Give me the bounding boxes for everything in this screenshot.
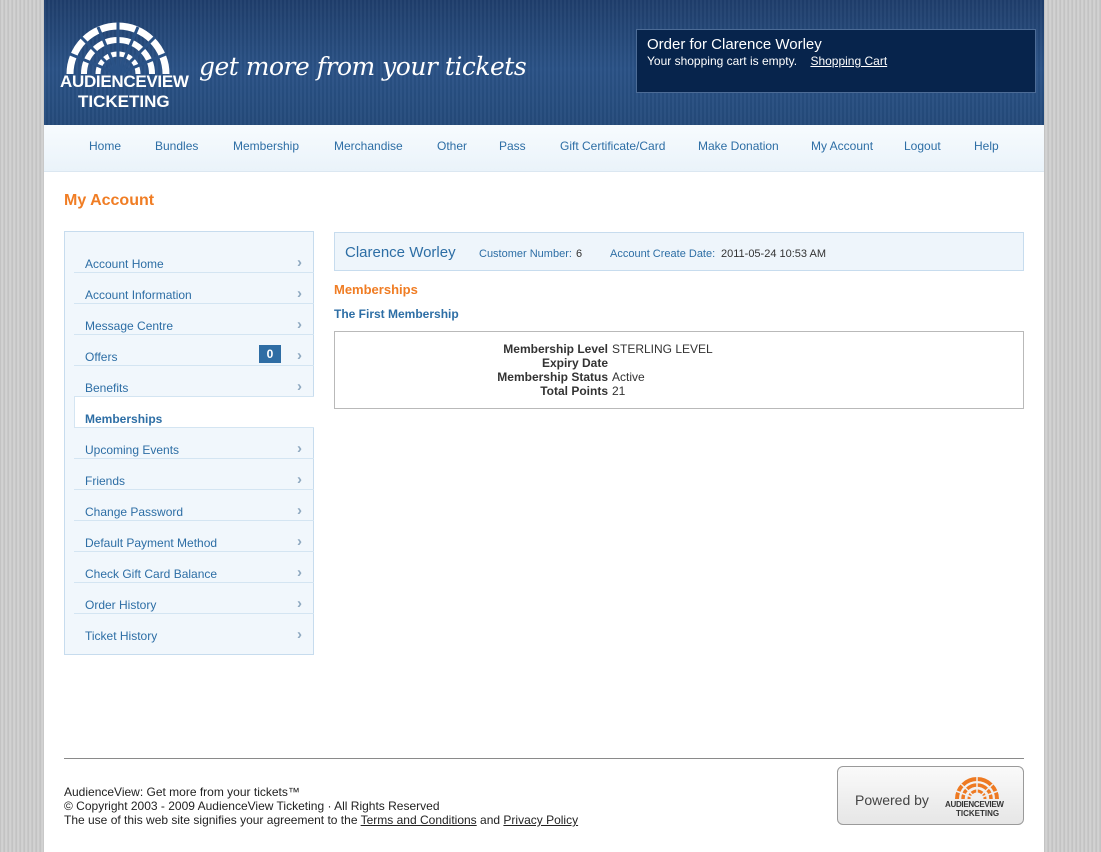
detail-label: Expiry Date	[541, 356, 608, 370]
footer-copyright: © Copyright 2003 - 2009 AudienceView Tic…	[64, 799, 440, 813]
membership-name: The First Membership	[334, 307, 459, 321]
powered-logo-text-line1: AUDIENCEVIEW	[945, 800, 1004, 809]
nav-logout[interactable]: Logout	[904, 139, 941, 153]
sidebar-item-label: Ticket History	[85, 629, 158, 643]
detail-row-total-points: Total Points 21	[335, 384, 1025, 398]
detail-label: Membership Status	[497, 370, 608, 384]
nav-make-donation[interactable]: Make Donation	[698, 139, 779, 153]
chevron-right-icon: ›	[297, 595, 302, 612]
powered-by-badge[interactable]: Powered by AUDIENCEVIEW TICKETING	[837, 766, 1024, 825]
sidebar-item-upcoming-events[interactable]: Upcoming Events ›	[74, 428, 314, 459]
sidebar-item-label: Upcoming Events	[85, 443, 180, 457]
powered-by-text: Powered by	[855, 792, 929, 808]
sidebar-item-label: Offers	[85, 350, 118, 364]
sidebar-item-label: Order History	[85, 598, 157, 612]
footer-text: AudienceView: Get more from your tickets…	[64, 785, 578, 827]
sidebar-item-memberships[interactable]: Memberships	[74, 397, 314, 428]
sidebar-item-label: Benefits	[85, 381, 129, 395]
sidebar-item-label: Account Home	[85, 257, 164, 271]
page-container: AUDIENCEVIEW TICKETING get more from you…	[44, 0, 1044, 852]
logo-text-line2: TICKETING	[78, 92, 170, 111]
customer-number-label: Customer Number:	[479, 248, 572, 260]
detail-row-membership-level: Membership Level STERLING LEVEL	[335, 342, 1025, 356]
chevron-right-icon: ›	[297, 440, 302, 457]
sidebar-item-ticket-history[interactable]: Ticket History ›	[74, 614, 314, 645]
chevron-right-icon: ›	[297, 347, 302, 364]
chevron-right-icon: ›	[297, 626, 302, 643]
nav-help[interactable]: Help	[974, 139, 999, 153]
detail-row-membership-status: Membership Status Active	[335, 370, 1025, 384]
cart-status-line: Your shopping cart is empty. Shopping Ca…	[647, 54, 1025, 68]
detail-value: 21	[612, 384, 626, 398]
powered-logo-text-line2: TICKETING	[956, 809, 1000, 818]
sidebar-item-label: Check Gift Card Balance	[85, 567, 218, 581]
footer-agreement-text: The use of this web site signifies your …	[64, 813, 358, 827]
nav-merchandise[interactable]: Merchandise	[334, 139, 403, 153]
sidebar-item-label: Account Information	[85, 288, 192, 302]
sidebar-item-message-centre[interactable]: Message Centre ›	[74, 304, 314, 335]
nav-pass[interactable]: Pass	[499, 139, 526, 153]
offers-count-badge: 0	[259, 345, 281, 363]
sidebar-item-label: Friends	[85, 474, 126, 488]
chevron-right-icon: ›	[297, 316, 302, 333]
terms-and-conditions-link[interactable]: Terms and Conditions	[361, 813, 477, 827]
sidebar-item-default-payment-method[interactable]: Default Payment Method ›	[74, 521, 314, 552]
shopping-cart-link[interactable]: Shopping Cart	[810, 54, 887, 68]
sidebar-item-check-gift-card-balance[interactable]: Check Gift Card Balance ›	[74, 552, 314, 583]
nav-membership[interactable]: Membership	[233, 139, 299, 153]
cart-summary-box: Order for Clarence Worley Your shopping …	[636, 29, 1036, 93]
nav-bundles[interactable]: Bundles	[155, 139, 198, 153]
page-title: My Account	[64, 192, 155, 209]
customer-number-value: 6	[576, 248, 583, 260]
footer-line1: AudienceView: Get more from your tickets…	[64, 785, 300, 799]
detail-value: Active	[612, 370, 645, 384]
sidebar-item-change-password[interactable]: Change Password ›	[74, 490, 314, 521]
sidebar-item-offers[interactable]: Offers 0 ›	[74, 335, 314, 366]
memberships-section-title: Memberships	[334, 282, 418, 297]
cart-status-text: Your shopping cart is empty.	[647, 54, 798, 68]
account-sidebar: Account Home › Account Information › Mes…	[64, 231, 314, 655]
sidebar-item-label: Memberships	[85, 412, 163, 426]
sidebar-item-account-information[interactable]: Account Information ›	[74, 273, 314, 304]
nav-home[interactable]: Home	[89, 139, 121, 153]
sidebar-item-friends[interactable]: Friends ›	[74, 459, 314, 490]
chevron-right-icon: ›	[297, 533, 302, 550]
chevron-right-icon: ›	[297, 502, 302, 519]
detail-label: Membership Level	[503, 342, 608, 356]
site-header: AUDIENCEVIEW TICKETING get more from you…	[44, 0, 1044, 125]
chevron-right-icon: ›	[297, 254, 302, 271]
sidebar-item-account-home[interactable]: Account Home ›	[74, 242, 314, 273]
detail-label: Total Points	[540, 384, 608, 398]
footer-divider	[64, 758, 1024, 759]
logo-text-line1: AUDIENCEVIEW	[60, 72, 189, 91]
detail-row-expiry-date: Expiry Date	[335, 356, 1025, 370]
chevron-right-icon: ›	[297, 285, 302, 302]
nav-other[interactable]: Other	[437, 139, 467, 153]
chevron-right-icon: ›	[297, 564, 302, 581]
membership-details-box: Membership Level STERLING LEVEL Expiry D…	[334, 331, 1024, 409]
chevron-right-icon: ›	[297, 471, 302, 488]
sidebar-item-label: Change Password	[85, 505, 184, 519]
footer-agreement: The use of this web site signifies your …	[64, 813, 578, 827]
tagline: get more from your tickets	[199, 52, 527, 81]
sidebar-item-order-history[interactable]: Order History ›	[74, 583, 314, 614]
nav-my-account[interactable]: My Account	[811, 139, 873, 153]
sidebar-item-label: Default Payment Method	[85, 536, 218, 550]
sidebar-item-label: Message Centre	[85, 319, 174, 333]
account-create-date-value: 2011-05-24 10:53 AM	[721, 248, 826, 260]
main-nav: Home Bundles Membership Merchandise Othe…	[44, 125, 1044, 172]
detail-value: STERLING LEVEL	[612, 342, 713, 356]
customer-name: Clarence Worley	[345, 244, 456, 261]
sidebar-item-benefits[interactable]: Benefits ›	[74, 366, 314, 397]
order-title: Order for Clarence Worley	[647, 36, 822, 53]
customer-info-bar: Clarence Worley Customer Number: 6 Accou…	[334, 232, 1024, 271]
account-create-date-label: Account Create Date:	[610, 248, 716, 260]
privacy-policy-link[interactable]: Privacy Policy	[503, 813, 578, 827]
footer-and-text: and	[480, 813, 501, 827]
chevron-right-icon: ›	[297, 378, 302, 395]
nav-gift-certificate[interactable]: Gift Certificate/Card	[560, 139, 665, 153]
